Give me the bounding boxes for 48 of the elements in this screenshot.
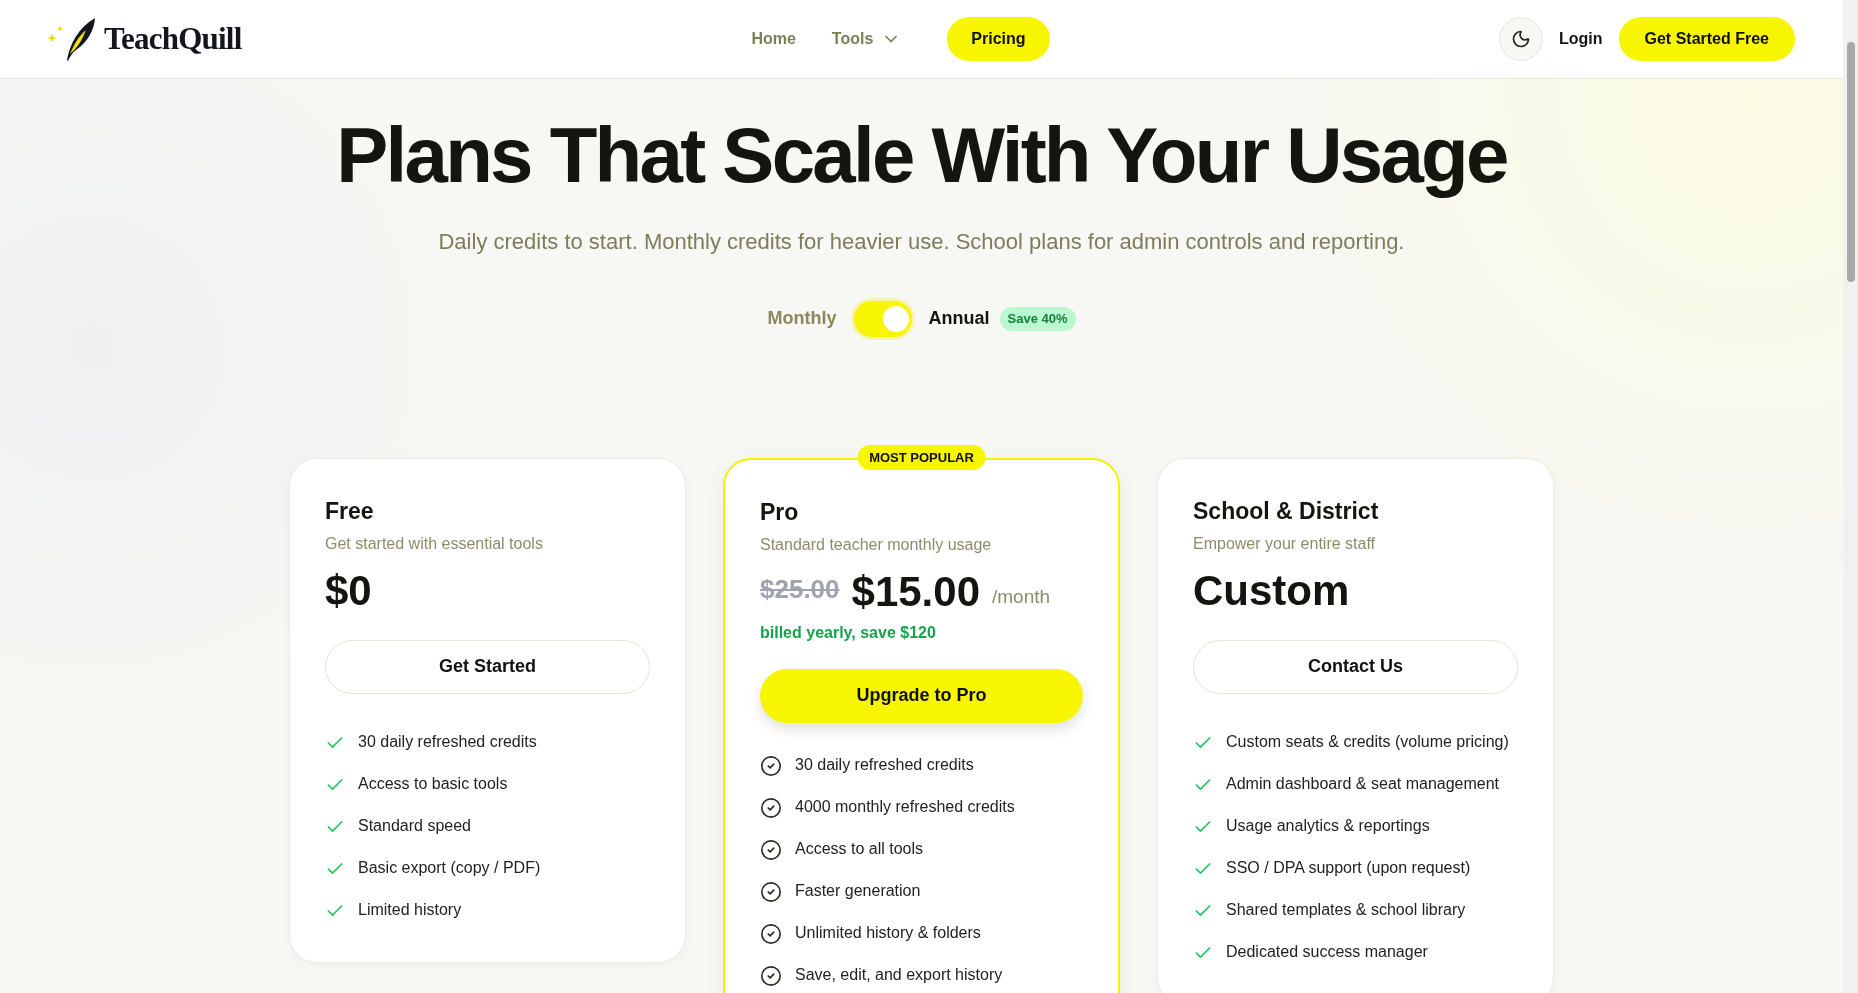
scrollbar[interactable] [1843,0,1858,993]
feature-text: Access to basic tools [358,773,508,794]
discount-badge: Save 40% [999,307,1076,331]
old-price: $25.00 [760,572,840,606]
nav-link[interactable]: Pricing [947,17,1050,61]
plan-name: Free [325,496,375,526]
feature-text: Custom seats & credits (volume pricing) [1226,731,1509,752]
dark-mode-toggle[interactable] [1498,17,1543,61]
plan-description: Get started with essential tools [325,533,544,554]
nav-link[interactable]: Tools [827,27,906,51]
moon-icon [1510,29,1531,49]
monthly-label: Monthly [767,307,837,331]
logo-text[interactable]: TeachQuill [104,15,242,63]
plan-name: Pro [760,497,800,527]
feature-text: Save, edit, and export history [795,964,1003,985]
plan-button[interactable]: Contact Us [1193,639,1518,694]
feature-text: Basic export (copy / PDF) [358,857,541,878]
feature-text: Limited history [358,899,462,920]
feature-text: 4000 monthly refreshed credits [795,796,1015,817]
feature-text: Usage analytics & reportings [1226,815,1430,836]
most-popular-badge: MOST POPULAR [857,444,986,471]
plan-price: Custom [1193,569,1350,612]
annual-label: Annual [928,307,990,331]
feature-text: Shared templates & school library [1226,899,1466,920]
feature-text: 30 daily refreshed credits [795,754,974,775]
billing-note: billed yearly, save $120 [760,622,937,643]
get-started-button[interactable]: Get Started Free [1618,17,1795,61]
upgrade-button[interactable]: Upgrade to Pro [760,668,1083,723]
price-period: /month [992,585,1051,610]
plan-description: Empower your entire staff [1193,533,1376,554]
feature-text: SSO / DPA support (upon request) [1226,857,1471,878]
billing-toggle[interactable] [850,297,915,340]
feature-text: Access to all tools [795,838,924,859]
feature-text: Faster generation [795,880,921,901]
feature-text: Admin dashboard & seat management [1226,773,1500,794]
feature-text: Standard speed [358,815,471,836]
plan-description: Standard teacher monthly usage [760,534,993,555]
plan-button[interactable]: Get Started [325,639,650,694]
feature-text: Unlimited history & folders [795,922,981,943]
plan-price: $0 [325,569,372,612]
page-title: Plans That Scale With Your Usage [336,113,1507,199]
login-link[interactable]: Login [1558,27,1603,51]
plan-price: $15.00 [851,570,980,613]
page-subtitle: Daily credits to start. Monthly credits for heavier use. School plans for admin controls and reporting. [438,227,1405,256]
feature-text: Dedicated success manager [1226,941,1428,962]
feature-text: 30 daily refreshed credits [358,731,537,752]
nav-link[interactable]: Home [747,27,800,51]
plan-name: School & District [1193,496,1380,526]
